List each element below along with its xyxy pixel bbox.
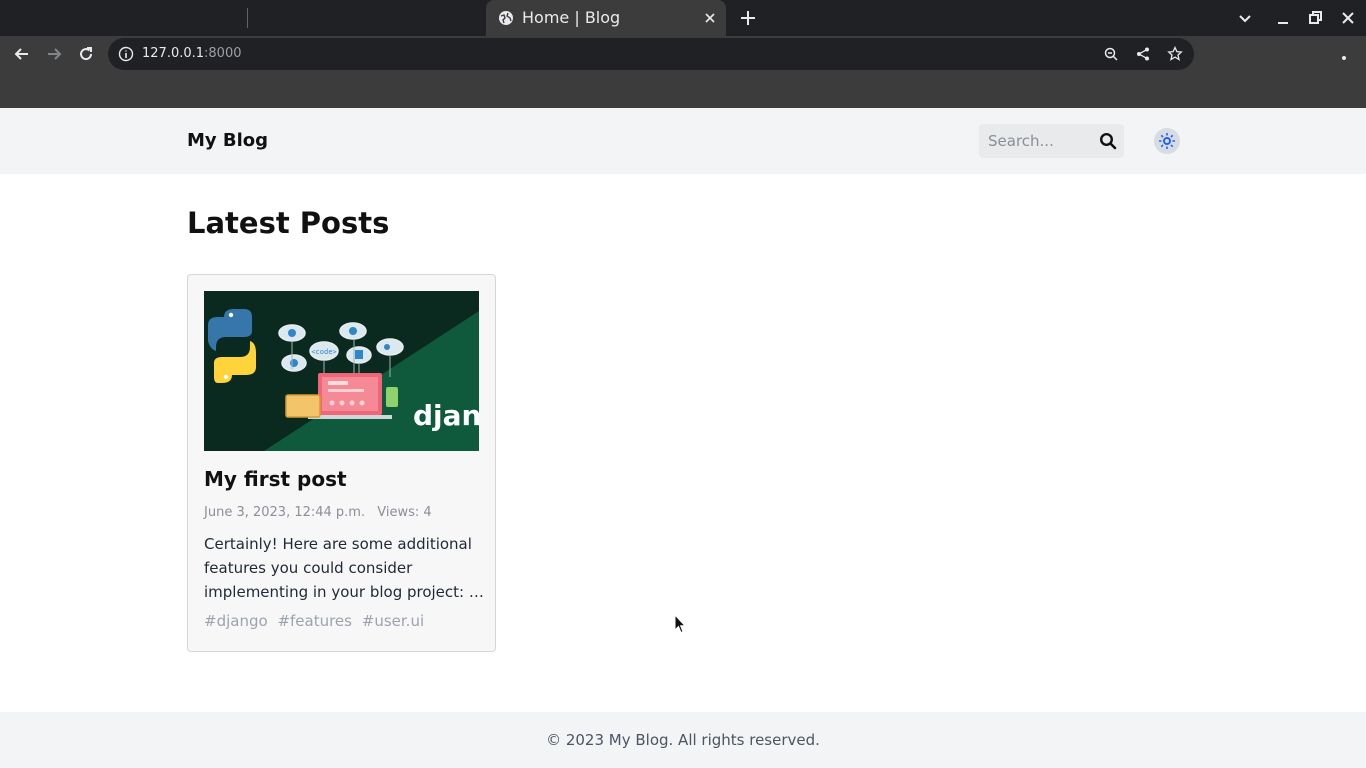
browser-tab-strip: Home | Blog: [0, 0, 1366, 36]
code-tag-label: <code>: [311, 348, 336, 356]
post-excerpt: Certainly! Here are some additional feat…: [204, 535, 484, 601]
address-port: :8000: [204, 46, 242, 61]
back-arrow-icon[interactable]: [12, 44, 32, 64]
tag-link[interactable]: #user.ui: [362, 612, 424, 630]
address-url: 127.0.0.1:8000: [142, 46, 242, 61]
post-meta: June 3, 2023, 12:44 p.m. Views: 4: [204, 505, 432, 520]
tab-title: Home | Blog: [522, 8, 621, 27]
address-host: 127.0.0.1: [142, 46, 205, 61]
close-tab-icon[interactable]: [702, 10, 718, 26]
new-tab-plus-icon[interactable]: [738, 8, 758, 28]
site-footer: © 2023 My Blog. All rights reserved.: [0, 712, 1366, 768]
browser-tab-active[interactable]: Home | Blog: [486, 0, 726, 36]
browser-menu-icon[interactable]: [1342, 56, 1346, 60]
django-thumbnail-image: <code> djang: [204, 291, 479, 451]
mouse-cursor-icon: [674, 614, 686, 634]
tag-link[interactable]: #django: [204, 612, 268, 630]
tag-link[interactable]: #features: [277, 612, 352, 630]
django-logo-text: djang: [413, 399, 479, 432]
address-bar[interactable]: 127.0.0.1:8000: [108, 38, 1194, 70]
sun-icon: [1159, 133, 1175, 149]
site-brand-link[interactable]: My Blog: [187, 130, 268, 151]
reload-icon[interactable]: [76, 44, 96, 64]
zoom-icon[interactable]: [1103, 46, 1119, 62]
post-tags: #django #features #user.ui: [204, 612, 424, 630]
minimize-icon[interactable]: [1273, 8, 1293, 28]
post-views: Views: 4: [377, 505, 432, 520]
browser-toolbar: 127.0.0.1:8000: [0, 36, 1366, 108]
tab-separator: [247, 8, 248, 28]
page-title: Latest Posts: [187, 206, 390, 240]
site-info-icon[interactable]: [118, 46, 134, 62]
restore-icon[interactable]: [1305, 8, 1325, 28]
post-thumbnail[interactable]: <code> djang: [204, 291, 479, 451]
post-title-link[interactable]: My first post: [204, 467, 347, 491]
close-window-icon[interactable]: [1338, 8, 1358, 28]
post-date: June 3, 2023, 12:44 p.m.: [204, 505, 366, 520]
tab-search-chevron-icon[interactable]: [1235, 8, 1255, 28]
globe-icon: [499, 11, 513, 25]
search-input[interactable]: [979, 124, 1089, 158]
site-header: My Blog: [0, 108, 1366, 174]
search-form: [979, 124, 1124, 158]
post-card: <code> djang My first post June 3, 2023,…: [187, 274, 496, 652]
share-icon[interactable]: [1135, 46, 1151, 62]
theme-toggle-button[interactable]: [1154, 128, 1180, 154]
forward-arrow-icon[interactable]: [44, 44, 64, 64]
search-icon[interactable]: [1099, 132, 1117, 150]
bookmark-star-icon[interactable]: [1167, 46, 1183, 62]
footer-copyright: © 2023 My Blog. All rights reserved.: [546, 731, 820, 749]
